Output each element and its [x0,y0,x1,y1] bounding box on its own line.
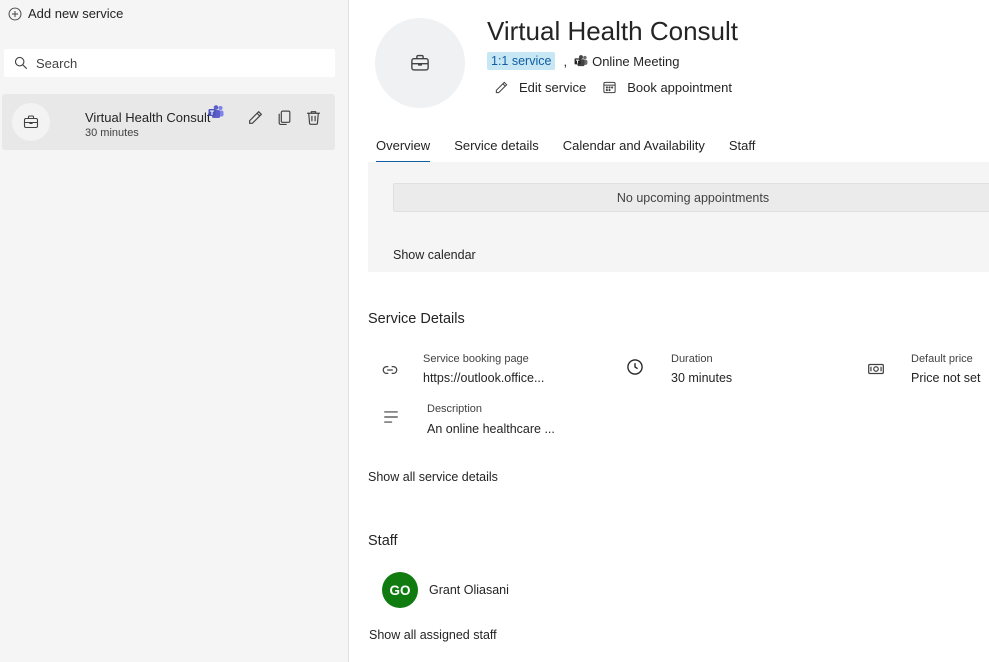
service-avatar [12,103,50,141]
description-value: An online healthcare ... [427,422,555,436]
book-appointment-label: Book appointment [627,80,732,95]
meta-separator: , [563,53,568,69]
staff-heading: Staff [368,533,398,549]
calendar-icon [603,81,616,94]
add-circle-icon [8,7,22,20]
add-new-service-label: Add new service [28,6,124,21]
search-icon [14,56,28,70]
edit-service-button[interactable]: Edit service [494,80,586,95]
tab-bar: Overview Service details Calendar and Av… [376,138,755,163]
briefcase-icon [23,115,39,129]
duration-label: Duration [671,353,713,365]
add-new-service-button[interactable]: Add new service [8,6,123,21]
edit-service-item-button[interactable] [246,108,265,127]
pencil-icon [495,81,508,94]
default-price-value: Price not set [911,371,981,385]
service-item-name: Virtual Health Consult [85,110,211,125]
booking-page-value[interactable]: https://outlook.office... [423,371,544,385]
book-appointment-button[interactable]: Book appointment [602,80,732,95]
search-box[interactable] [4,49,335,77]
pencil-icon [249,110,263,124]
service-avatar-large [375,18,465,108]
text-description-icon [384,411,398,423]
service-item-duration: 30 minutes [85,127,139,139]
show-all-assigned-staff-link[interactable]: Show all assigned staff [369,628,497,642]
duration-value: 30 minutes [671,371,733,385]
link-icon [382,366,398,374]
money-icon [868,363,884,375]
staff-avatar: GO [382,572,418,608]
edit-service-label: Edit service [519,80,587,95]
meeting-type: Online Meeting [592,53,680,69]
no-appointments-message: No upcoming appointments [393,183,989,212]
page-title: Virtual Health Consult [487,16,738,46]
tab-service-details[interactable]: Service details [454,138,539,163]
show-calendar-link[interactable]: Show calendar [393,248,476,262]
service-item-actions [246,108,323,127]
delete-service-button[interactable] [304,108,323,127]
booking-page-label: Service booking page [423,353,529,365]
trash-icon [307,111,320,125]
default-price-label: Default price [911,353,973,365]
app-root: Add new service Virtual Health Consult [0,0,989,662]
briefcase-icon [411,54,429,71]
service-type-badge: 1:1 service [487,52,556,70]
description-label: Description [427,403,483,415]
copy-icon [278,110,291,125]
teams-icon [208,105,224,118]
show-all-service-details-link[interactable]: Show all service details [368,470,498,484]
clock-icon [627,359,643,375]
staff-member-name: Grant Oliasani [429,583,509,597]
service-details-heading: Service Details [368,311,465,327]
service-list-item[interactable]: Virtual Health Consult 30 minutes [2,94,335,150]
upcoming-appointments-panel: No upcoming appointments Show calendar [368,162,989,272]
search-input[interactable] [36,55,316,71]
header-actions: Edit service Book appointment [494,80,732,95]
services-sidebar: Add new service Virtual Health Consult [0,0,349,662]
tab-overview[interactable]: Overview [376,138,431,163]
tab-calendar-availability[interactable]: Calendar and Availability [563,138,705,163]
tab-staff[interactable]: Staff [729,138,756,163]
teams-icon [574,55,588,67]
service-meta: 1:1 service , Online Meeting [487,52,680,70]
duplicate-service-button[interactable] [275,108,294,127]
